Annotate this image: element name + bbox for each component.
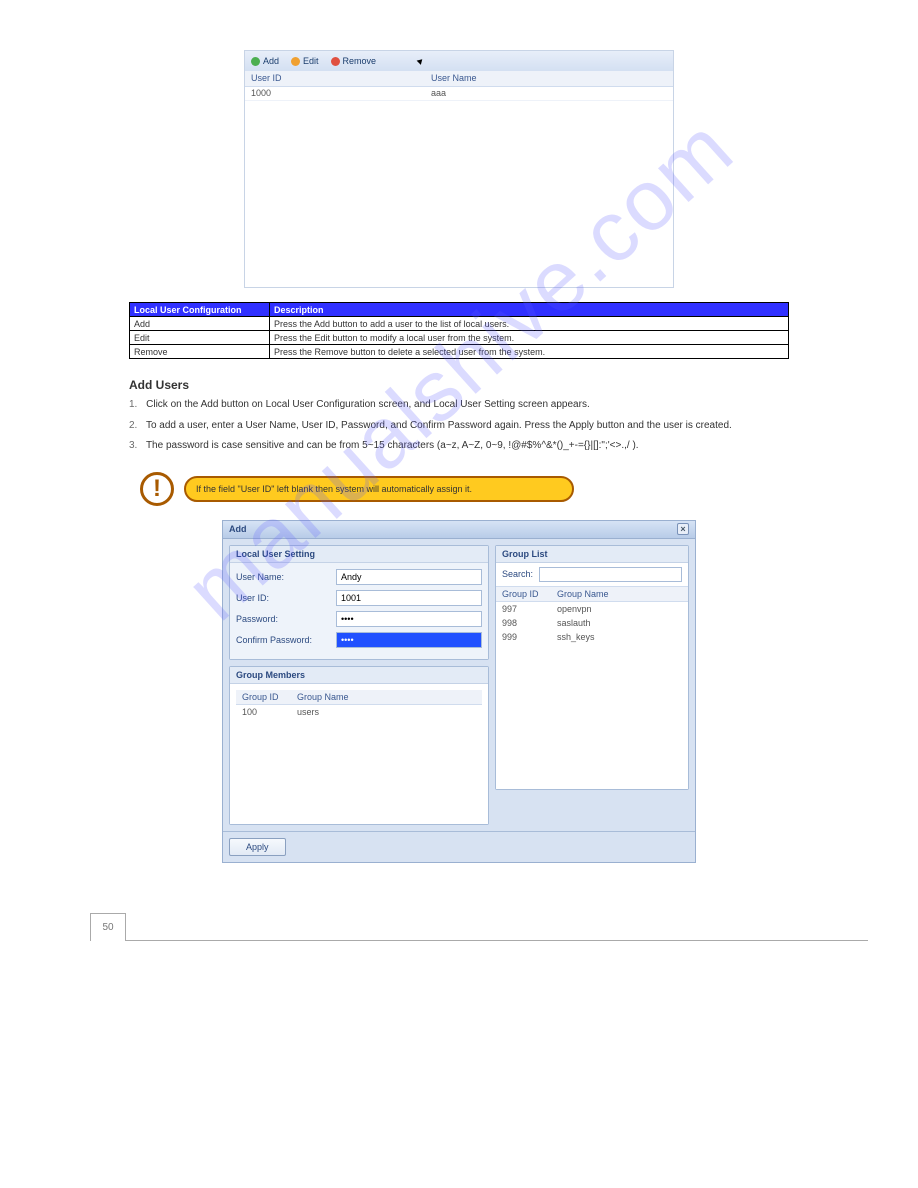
panel-title: Local User Setting <box>230 546 488 563</box>
desc-text: Press the Remove button to delete a sele… <box>270 345 789 359</box>
group-members-panel: Group Members Group ID Group Name 100 us… <box>229 666 489 825</box>
para-text: Click on the Add button on Local User Co… <box>146 399 590 410</box>
col-group-name: Group Name <box>551 587 688 601</box>
label-user-name: User Name: <box>236 572 336 582</box>
paragraph: 1. Click on the Add button on Local User… <box>129 398 789 413</box>
group-row[interactable]: 999 ssh_keys <box>496 630 688 644</box>
add-button[interactable]: Add <box>251 56 279 66</box>
input-user-id[interactable] <box>336 590 482 606</box>
cell-gname: users <box>291 705 482 719</box>
remove-icon <box>331 57 340 66</box>
row-user-name: User Name: <box>236 569 482 585</box>
cell-gname: openvpn <box>551 602 688 616</box>
row-password: Password: <box>236 611 482 627</box>
cell-gid: 999 <box>496 630 551 644</box>
panel-title: Group Members <box>230 667 488 684</box>
add-icon <box>251 57 260 66</box>
close-button[interactable]: × <box>677 523 689 535</box>
search-label: Search: <box>502 569 533 579</box>
group-row[interactable]: 998 saslauth <box>496 616 688 630</box>
section-heading: Add Users <box>129 377 789 394</box>
cell-gid: 100 <box>236 705 291 719</box>
input-password[interactable] <box>336 611 482 627</box>
col-group-id: Group ID <box>236 690 291 704</box>
dialog-footer: Apply <box>223 831 695 862</box>
page-number: 50 <box>90 913 126 941</box>
desc-text: Press the Edit button to modify a local … <box>270 331 789 345</box>
search-input[interactable] <box>539 567 682 582</box>
cell-user-name: aaa <box>425 87 673 100</box>
label-user-id: User ID: <box>236 593 336 603</box>
desc-header-row: Local User Configuration Description <box>130 303 789 317</box>
remove-label: Remove <box>343 56 377 66</box>
cell-gid: 997 <box>496 602 551 616</box>
search-row: Search: <box>496 563 688 587</box>
group-list-panel: Group List Search: Group ID Group Name 9… <box>495 545 689 790</box>
members-header: Group ID Group Name <box>236 690 482 705</box>
user-list-row[interactable]: 1000 aaa <box>245 87 673 101</box>
col-group-name: Group Name <box>291 690 482 704</box>
col-group-id: Group ID <box>496 587 551 601</box>
add-dialog: Add × Local User Setting User Name: User… <box>222 520 696 863</box>
add-label: Add <box>263 56 279 66</box>
desc-item: Edit <box>130 331 270 345</box>
paragraph: 3. The password is case sensitive and ca… <box>129 439 789 454</box>
para-text-b: ). <box>632 440 638 451</box>
row-confirm: Confirm Password: <box>236 632 482 648</box>
toolbar: Add Edit Remove <box>245 51 673 71</box>
footer-rule <box>126 940 868 941</box>
description-table: Local User Configuration Description Add… <box>129 302 789 359</box>
group-row[interactable]: 997 openvpn <box>496 602 688 616</box>
warning-callout: ! If the field "User ID" left blank then… <box>140 472 580 506</box>
edit-button[interactable]: Edit <box>291 56 319 66</box>
page-footer: 50 <box>50 913 868 941</box>
close-icon: × <box>680 524 685 534</box>
section-add-users: Add Users 1. Click on the Add button on … <box>129 377 789 454</box>
desc-row: Remove Press the Remove button to delete… <box>130 345 789 359</box>
col-user-name: User Name <box>425 71 673 86</box>
desc-item: Add <box>130 317 270 331</box>
desc-head-item: Local User Configuration <box>130 303 270 317</box>
label-confirm: Confirm Password: <box>236 635 336 645</box>
panel-title: Group List <box>496 546 688 563</box>
remove-button[interactable]: Remove <box>331 56 377 66</box>
desc-head-desc: Description <box>270 303 789 317</box>
cell-gname: saslauth <box>551 616 688 630</box>
cell-gid: 998 <box>496 616 551 630</box>
group-list-header: Group ID Group Name <box>496 587 688 602</box>
row-user-id: User ID: <box>236 590 482 606</box>
cursor-icon <box>417 57 425 65</box>
apply-button[interactable]: Apply <box>229 838 286 856</box>
callout-text: If the field "User ID" left blank then s… <box>184 476 574 502</box>
para-symbols: !@#$%^&*()_+-={}|[]:";'<>.,/ <box>508 440 629 451</box>
para-text-a: The password is case sensitive and can b… <box>146 440 508 451</box>
input-user-name[interactable] <box>336 569 482 585</box>
dialog-titlebar: Add × <box>223 521 695 539</box>
user-list-header: User ID User Name <box>245 71 673 87</box>
para-text: To add a user, enter a User Name, User I… <box>146 420 732 431</box>
paragraph: 2. To add a user, enter a User Name, Use… <box>129 419 789 434</box>
edit-label: Edit <box>303 56 319 66</box>
members-row[interactable]: 100 users <box>236 705 482 719</box>
desc-row: Edit Press the Edit button to modify a l… <box>130 331 789 345</box>
user-list-panel: Add Edit Remove User ID User Name 1000 a… <box>244 50 674 288</box>
dialog-title: Add <box>229 524 247 534</box>
label-password: Password: <box>236 614 336 624</box>
desc-item: Remove <box>130 345 270 359</box>
desc-text: Press the Add button to add a user to th… <box>270 317 789 331</box>
input-confirm[interactable] <box>336 632 482 648</box>
exclamation-icon: ! <box>140 472 174 506</box>
cell-user-id: 1000 <box>245 87 425 100</box>
edit-icon <box>291 57 300 66</box>
desc-row: Add Press the Add button to add a user t… <box>130 317 789 331</box>
local-user-setting-panel: Local User Setting User Name: User ID: P… <box>229 545 489 660</box>
cell-gname: ssh_keys <box>551 630 688 644</box>
col-user-id: User ID <box>245 71 425 86</box>
